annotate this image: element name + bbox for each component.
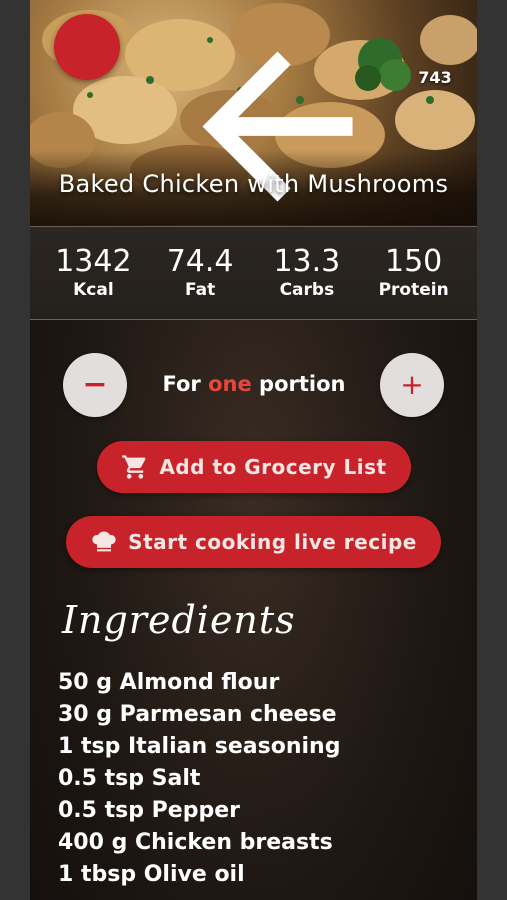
grocery-button-label: Add to Grocery List <box>159 455 387 479</box>
portion-suffix: portion <box>259 372 346 396</box>
increase-portion-button[interactable]: + <box>380 353 444 417</box>
favorite-button[interactable] <box>407 4 459 52</box>
minus-icon: − <box>82 367 108 402</box>
nutrition-value: 74.4 <box>166 244 234 279</box>
left-backdrop <box>0 0 30 900</box>
add-to-grocery-button[interactable]: Add to Grocery List <box>97 441 411 493</box>
decrease-portion-button[interactable]: − <box>63 353 127 417</box>
nutrition-label: Kcal <box>73 280 114 300</box>
cart-icon <box>121 453 149 481</box>
recipe-screen: 743 Baked Chicken with Mushrooms 1342 Kc… <box>30 0 477 900</box>
nutrition-summary: 1342 Kcal 74.4 Fat 13.3 Carbs 150 Protei… <box>30 226 477 320</box>
ingredient-item: 400 g Chicken breasts <box>58 830 333 855</box>
ingredient-item: 1 tsp Italian seasoning <box>58 734 341 759</box>
ingredient-item: 0.5 tsp Salt <box>58 766 201 791</box>
cook-button-label: Start cooking live recipe <box>128 530 417 554</box>
back-button[interactable] <box>54 14 353 202</box>
start-cooking-button[interactable]: Start cooking live recipe <box>66 516 441 568</box>
recipe-title: Baked Chicken with Mushrooms <box>58 170 449 198</box>
nutrition-label: Protein <box>378 280 449 300</box>
ingredient-item: 1 tbsp Olive oil <box>58 862 245 887</box>
recipe-hero-image: 743 Baked Chicken with Mushrooms <box>30 0 477 225</box>
portion-count: one <box>208 372 252 396</box>
ingredient-item: 30 g Parmesan cheese <box>58 702 337 727</box>
nutrition-fat: 74.4 Fat <box>155 245 245 301</box>
ingredients-heading: Ingredients <box>62 598 296 642</box>
nutrition-protein: 150 Protein <box>369 245 459 301</box>
nutrition-kcal: 1342 Kcal <box>48 245 138 301</box>
like-count: 743 <box>418 68 452 87</box>
right-backdrop <box>477 0 507 900</box>
nutrition-value: 13.3 <box>273 244 341 279</box>
nutrition-label: Fat <box>185 280 216 300</box>
ingredient-item: 50 g Almond flour <box>58 670 280 695</box>
nutrition-label: Carbs <box>279 280 335 300</box>
nutrition-carbs: 13.3 Carbs <box>262 245 352 301</box>
ingredients-list: 50 g Almond flour 30 g Parmesan cheese 1… <box>58 667 340 891</box>
portion-prefix: For <box>162 372 201 396</box>
plus-icon: + <box>400 368 424 401</box>
portion-label: For one portion <box>130 372 378 396</box>
nutrition-value: 150 <box>384 244 443 279</box>
chef-hat-icon <box>90 528 118 556</box>
nutrition-value: 1342 <box>55 244 132 279</box>
ingredient-item: 0.5 tsp Pepper <box>58 798 240 823</box>
